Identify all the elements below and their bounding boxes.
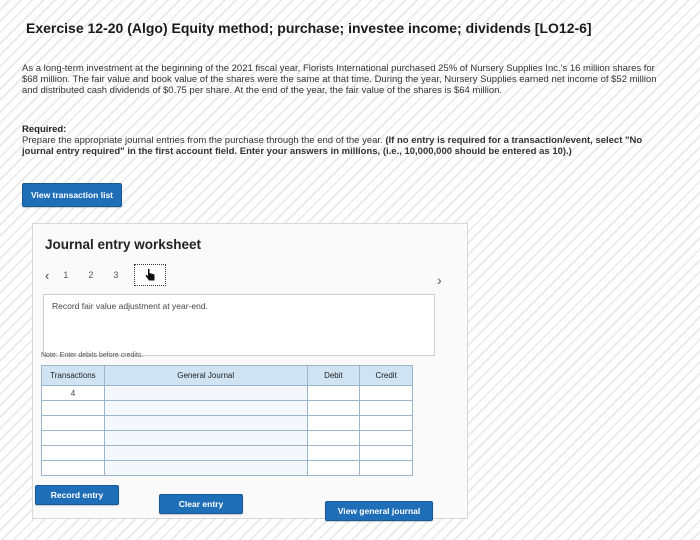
previous-arrow-icon[interactable]: ‹ [45, 268, 49, 283]
debit-field[interactable] [306, 385, 361, 401]
table-row [41, 460, 413, 476]
problem-description: As a long-term investment at the beginni… [22, 63, 657, 96]
debit-field[interactable] [306, 460, 361, 476]
view-general-journal-button[interactable]: View general journal [325, 501, 433, 521]
current-page-indicator[interactable] [134, 264, 167, 286]
debit-field[interactable] [306, 445, 361, 461]
view-transaction-list-button[interactable]: View transaction list [22, 183, 122, 207]
account-field[interactable] [103, 460, 308, 476]
clear-entry-button[interactable]: Clear entry [159, 494, 243, 514]
credit-field[interactable] [359, 445, 413, 461]
account-field[interactable] [103, 400, 308, 416]
account-field[interactable] [103, 445, 308, 461]
debit-field[interactable] [306, 430, 361, 446]
table-row [41, 415, 413, 431]
credit-field[interactable] [359, 415, 413, 431]
table-row [41, 400, 413, 416]
next-arrow-icon[interactable]: › [437, 272, 442, 288]
debit-field[interactable] [306, 415, 361, 431]
journal-entry-worksheet: Journal entry worksheet ‹ 1 2 3 › Record… [32, 223, 468, 521]
entry-note: Note: Enter debits before credits. [41, 352, 144, 359]
account-field[interactable] [103, 430, 308, 446]
credit-field[interactable] [359, 460, 413, 476]
account-field[interactable] [103, 415, 308, 431]
table-row [41, 445, 413, 461]
page-1-link[interactable]: 1 [63, 270, 68, 280]
required-instructions: Prepare the appropriate journal entries … [22, 135, 662, 157]
exercise-page: Exercise 12-20 (Algo) Equity method; pur… [10, 8, 690, 536]
credit-field[interactable] [359, 385, 413, 401]
transactions-header: Transactions [41, 365, 105, 386]
transaction-cell [41, 415, 105, 431]
transaction-cell [41, 430, 105, 446]
journal-table: Transactions General Journal Debit Credi… [41, 365, 413, 476]
page-3-link[interactable]: 3 [113, 270, 118, 280]
table-row [41, 430, 413, 446]
required-text-plain: Prepare the appropriate journal entries … [22, 135, 383, 146]
transaction-cell [41, 445, 105, 461]
page-2-link[interactable]: 2 [88, 270, 93, 280]
table-row: 4 [41, 385, 413, 401]
worksheet-pager: ‹ 1 2 3 [45, 264, 167, 286]
transaction-cell [41, 400, 105, 416]
transaction-cell [41, 460, 105, 476]
debit-header: Debit [306, 365, 361, 386]
worksheet-title: Journal entry worksheet [45, 237, 202, 252]
exercise-title: Exercise 12-20 (Algo) Equity method; pur… [26, 20, 592, 36]
record-entry-button[interactable]: Record entry [35, 485, 119, 505]
account-field[interactable] [103, 385, 308, 401]
debit-field[interactable] [306, 400, 361, 416]
pointer-hand-icon [145, 269, 155, 281]
instruction-box: Record fair value adjustment at year-end… [43, 294, 435, 356]
general-journal-header: General Journal [103, 365, 308, 386]
transaction-cell: 4 [41, 385, 105, 401]
credit-field[interactable] [359, 430, 413, 446]
credit-field[interactable] [359, 400, 413, 416]
credit-header: Credit [359, 365, 413, 386]
required-heading: Required: [22, 124, 67, 135]
instruction-text: Record fair value adjustment at year-end… [52, 301, 208, 311]
